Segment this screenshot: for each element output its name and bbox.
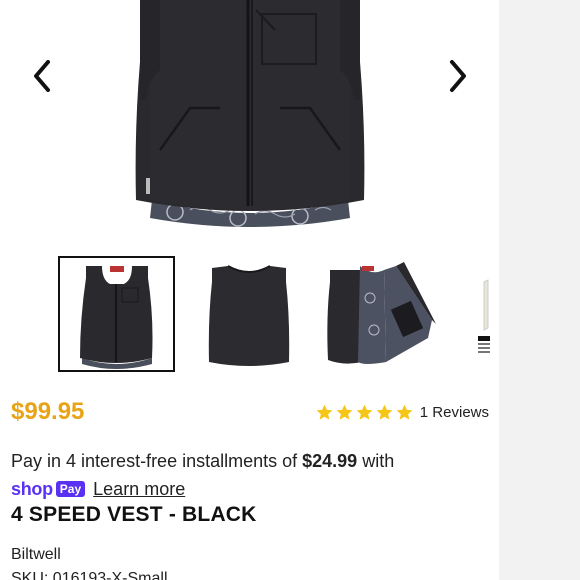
star-icon: [396, 404, 413, 420]
shoppay-logo-pay: Pay: [55, 481, 86, 497]
chevron-right-icon[interactable]: [442, 56, 472, 96]
thumbnail-vest-detail[interactable]: [472, 256, 499, 372]
product-vendor: Biltwell: [11, 546, 61, 563]
price-rating-row: $99.95 1 Reviews: [11, 398, 489, 430]
product-rating[interactable]: 1 Reviews: [315, 403, 489, 422]
star-icon: [336, 404, 353, 420]
thumbnail-vest-back[interactable]: [190, 256, 308, 372]
main-product-image: [135, 0, 365, 227]
installment-amount: $24.99: [302, 451, 358, 471]
reviews-link[interactable]: 1 Reviews: [420, 404, 489, 421]
installments-text: Pay in 4 interest-free installments of $…: [11, 450, 491, 472]
thumbnail-strip: [0, 256, 499, 376]
star-icon: [356, 404, 373, 420]
chevron-left-icon[interactable]: [28, 56, 58, 96]
thumbnail-vest-open-lining[interactable]: [322, 256, 446, 372]
right-side-panel: [499, 0, 580, 580]
thumbnail-vest-front[interactable]: [58, 256, 175, 372]
star-icon: [316, 404, 333, 420]
product-title: 4 SPEED VEST - BLACK: [11, 503, 257, 526]
shoppay-logo-shop: shop: [11, 478, 53, 499]
star-icon: [376, 404, 393, 420]
learn-more-link[interactable]: Learn more: [93, 479, 185, 500]
shoppay-row: shop Pay Learn more: [11, 477, 185, 501]
rating-stars: [315, 403, 414, 422]
product-price: $99.95: [11, 398, 85, 425]
installments-prefix: Pay in 4 interest-free installments of: [11, 451, 303, 471]
product-gallery: [0, 0, 499, 250]
installments-suffix: with: [357, 451, 395, 471]
product-sku: SKU: 016193-X-Small: [11, 570, 168, 580]
